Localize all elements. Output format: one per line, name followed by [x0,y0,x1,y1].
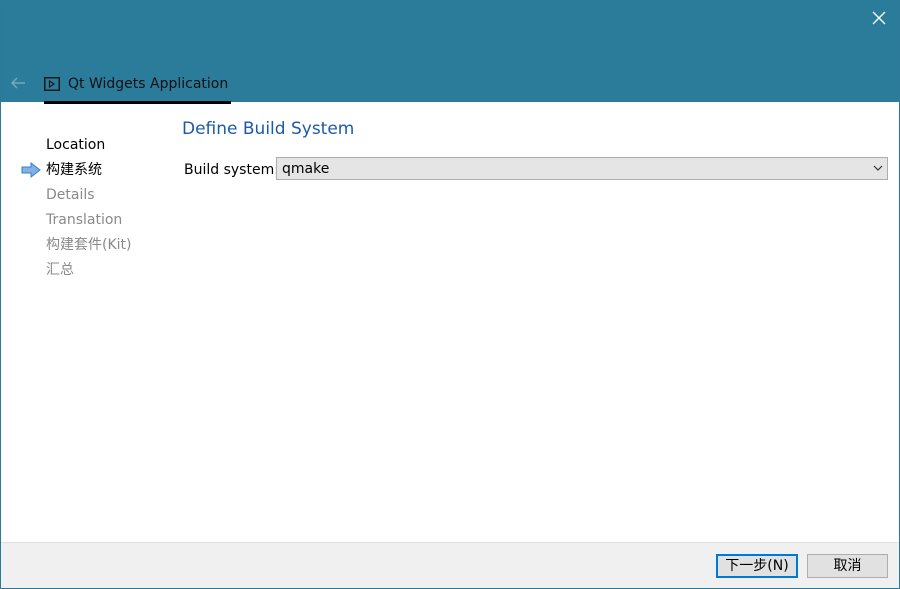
footer-bar: 下一步(N) 取消 [1,542,899,588]
step-translation: Translation [21,209,171,234]
tab-qt-widgets-application[interactable]: Qt Widgets Application [44,71,240,97]
step-summary: 汇总 [21,259,171,284]
step-label: Location [46,137,106,153]
step-label: 构建套件(Kit) [46,237,132,253]
step-kit: 构建套件(Kit) [21,234,171,259]
cancel-button[interactable]: 取消 [807,554,888,578]
build-system-value: qmake [282,161,330,177]
wizard-window: Qt Widgets Application Location 构建系统 Det… [0,0,900,589]
page-title: Define Build System [182,119,355,139]
back-arrow-icon [10,77,25,89]
chevron-down-icon [873,165,883,171]
close-icon [872,11,886,25]
back-button[interactable] [9,73,27,93]
next-button[interactable]: 下一步(N) [716,554,798,578]
build-system-label: Build system: [184,162,279,178]
current-step-arrow-icon [21,162,41,178]
step-label: 构建系统 [46,162,102,178]
title-bar: Qt Widgets Application [1,1,899,102]
application-icon [44,77,60,91]
step-label: 汇总 [46,262,74,278]
step-location: Location [21,134,171,159]
step-label: Translation [46,212,123,228]
step-label: Details [46,187,95,203]
step-details: Details [21,184,171,209]
step-build-system: 构建系统 [21,159,171,184]
wizard-steps: Location 构建系统 Details Translation 构建套件(K… [21,134,171,284]
build-system-select[interactable]: qmake [276,157,888,180]
close-button[interactable] [865,5,893,31]
tab-title: Qt Widgets Application [68,76,229,92]
tab-active-indicator [44,101,231,104]
